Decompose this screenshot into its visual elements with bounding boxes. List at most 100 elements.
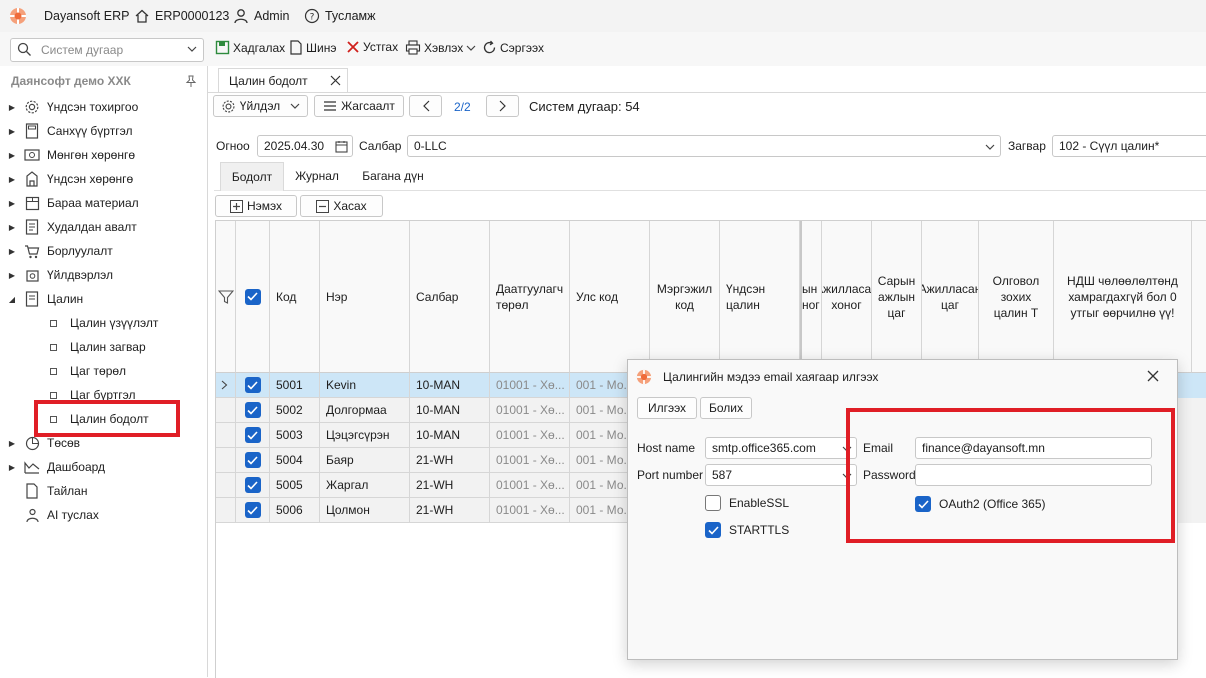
- cell-branch[interactable]: 21-WH: [410, 448, 490, 473]
- sidebar-item-sales[interactable]: ▶ Борлуулалт: [0, 239, 206, 263]
- cell-name[interactable]: Баяр: [320, 448, 410, 473]
- header-month-hours[interactable]: Сарын ажлын цаг: [872, 221, 922, 373]
- header-worked-days[interactable]: Ажилласан хоног: [822, 221, 872, 373]
- process-menu-button[interactable]: Үйлдэл: [213, 95, 308, 117]
- row-checkbox[interactable]: [244, 502, 261, 518]
- cell-insurer-type[interactable]: 01001 - Хө...: [490, 498, 570, 523]
- sidebar-item-budget[interactable]: ▶ Төсөв: [0, 431, 206, 455]
- sidebar-item-finance[interactable]: ▶ Санхүү бүртгэл: [0, 119, 206, 143]
- sidebar-item-ai-assistant[interactable]: AI туслах: [0, 503, 206, 527]
- row-checkbox-cell[interactable]: [236, 373, 270, 398]
- row-checkbox[interactable]: [244, 477, 261, 493]
- sidebar-item-purchase[interactable]: ▶ Худалдан авалт: [0, 215, 206, 239]
- header-tax-exempt[interactable]: НДШ чөлөөлөлтөнд хамрагдахгүй бол 0 утгы…: [1054, 221, 1192, 373]
- header-code[interactable]: Код: [270, 221, 320, 373]
- cell-code[interactable]: 5001: [270, 373, 320, 398]
- list-button[interactable]: Жагсаалт: [314, 95, 404, 117]
- sidebar-subitem-salary-indicator[interactable]: Цалин үзүүлэлт: [0, 311, 206, 335]
- row-checkbox[interactable]: [244, 427, 261, 443]
- cell-branch[interactable]: 10-MAN: [410, 373, 490, 398]
- row-checkbox-cell[interactable]: [236, 448, 270, 473]
- add-row-button[interactable]: Нэмэх: [215, 195, 297, 217]
- next-page-button[interactable]: [486, 95, 519, 117]
- sidebar-item-production[interactable]: ▶ Үйлдвэрлэл: [0, 263, 206, 287]
- refresh-button[interactable]: Сэргээх: [482, 40, 544, 55]
- cell-code[interactable]: 5005: [270, 473, 320, 498]
- select-all-checkbox[interactable]: [244, 288, 261, 305]
- row-checkbox-cell[interactable]: [236, 473, 270, 498]
- header-profession-code[interactable]: Мэргэжил код: [650, 221, 720, 373]
- cell-insurer-type[interactable]: 01001 - Хө...: [490, 448, 570, 473]
- header-country-code[interactable]: Улс код: [570, 221, 650, 373]
- row-checkbox[interactable]: [244, 377, 261, 393]
- save-button[interactable]: Хадгалах: [215, 40, 285, 55]
- sidebar-item-report[interactable]: Тайлан: [0, 479, 206, 503]
- cell-name[interactable]: Долгормаа: [320, 398, 410, 423]
- select-all-header[interactable]: [236, 221, 270, 373]
- delete-button[interactable]: Устгах: [346, 40, 398, 54]
- tab-journal[interactable]: Журнал: [286, 162, 348, 190]
- cell-code[interactable]: 5006: [270, 498, 320, 523]
- cell-branch[interactable]: 10-MAN: [410, 423, 490, 448]
- help-link[interactable]: ? Тусламж: [304, 7, 376, 25]
- sidebar-subitem-salary-template[interactable]: Цалин загвар: [0, 335, 206, 359]
- sidebar-subitem-time-type[interactable]: Цаг төрөл: [0, 359, 206, 383]
- pin-icon[interactable]: [185, 75, 197, 88]
- cell-branch[interactable]: 21-WH: [410, 498, 490, 523]
- tab-column-total[interactable]: Багана дүн: [352, 162, 434, 190]
- sidebar-item-cash[interactable]: ▶ Мөнгөн хөрөнгө: [0, 143, 206, 167]
- row-checkbox-cell[interactable]: [236, 398, 270, 423]
- cell-code[interactable]: 5003: [270, 423, 320, 448]
- cancel-button[interactable]: Болих: [700, 397, 752, 419]
- close-icon[interactable]: [1147, 370, 1159, 382]
- filter-column-header[interactable]: [216, 221, 236, 373]
- new-button[interactable]: Шинэ: [289, 40, 336, 55]
- starttls-option[interactable]: STARTTLS: [705, 522, 789, 538]
- remove-row-button[interactable]: Хасах: [300, 195, 383, 217]
- header-name[interactable]: Нэр: [320, 221, 410, 373]
- sidebar-item-dashboard[interactable]: ▶ Дашбоард: [0, 455, 206, 479]
- cell-branch[interactable]: 21-WH: [410, 473, 490, 498]
- cell-insurer-type[interactable]: 01001 - Хө...: [490, 473, 570, 498]
- date-field[interactable]: 2025.04.30: [257, 135, 353, 157]
- cell-insurer-type[interactable]: 01001 - Хө...: [490, 398, 570, 423]
- print-button[interactable]: Хэвлэх: [405, 40, 476, 55]
- cell-name[interactable]: Цэцэгсүрэн: [320, 423, 410, 448]
- cell-code[interactable]: 5002: [270, 398, 320, 423]
- cell-name[interactable]: Kevin: [320, 373, 410, 398]
- starttls-checkbox[interactable]: [705, 522, 721, 538]
- row-checkbox-cell[interactable]: [236, 423, 270, 448]
- header-worked-hours[interactable]: Ажилласан цаг: [922, 221, 979, 373]
- row-checkbox[interactable]: [244, 452, 261, 468]
- row-checkbox[interactable]: [244, 402, 261, 418]
- cell-insurer-type[interactable]: 01001 - Хө...: [490, 373, 570, 398]
- header-base-salary[interactable]: Үндсэн цалин: [720, 221, 800, 373]
- branch-select[interactable]: 0-LLC: [407, 135, 1001, 157]
- header-target-salary[interactable]: Олговол зохих цалин Т: [979, 221, 1054, 373]
- prev-page-button[interactable]: [409, 95, 442, 117]
- send-button[interactable]: Илгээх: [637, 397, 697, 419]
- cell-name[interactable]: Цолмон: [320, 498, 410, 523]
- port-select[interactable]: 587: [705, 464, 857, 486]
- cell-insurer-type[interactable]: 01001 - Хө...: [490, 423, 570, 448]
- cell-name[interactable]: Жаргал: [320, 473, 410, 498]
- cell-branch[interactable]: 10-MAN: [410, 398, 490, 423]
- doc-id-link[interactable]: ERP0000123: [134, 7, 229, 25]
- cell-code[interactable]: 5004: [270, 448, 320, 473]
- header-insurer-type[interactable]: Даатгуулагч төрөл: [490, 221, 570, 373]
- sidebar-item-inventory[interactable]: ▶ Бараа материал: [0, 191, 206, 215]
- header-branch[interactable]: Салбар: [410, 221, 490, 373]
- tab-salary-calculation[interactable]: Цалин бодолт: [218, 68, 348, 93]
- tab-calculation[interactable]: Бодолт: [220, 162, 284, 191]
- sidebar-item-salary[interactable]: ◢ Цалин: [0, 287, 206, 311]
- enable-ssl-checkbox[interactable]: [705, 495, 721, 511]
- row-checkbox-cell[interactable]: [236, 498, 270, 523]
- host-select[interactable]: smtp.office365.com: [705, 437, 857, 459]
- sidebar-item-settings[interactable]: ▶ Үндсэн тохиргоо: [0, 95, 206, 119]
- user-menu[interactable]: Admin: [233, 7, 289, 25]
- system-number-search[interactable]: Систем дугаар: [10, 38, 204, 62]
- sidebar-item-assets[interactable]: ▶ Үндсэн хөрөнгө: [0, 167, 206, 191]
- header-partial-column[interactable]: ын ног: [800, 221, 822, 373]
- close-icon[interactable]: [330, 75, 341, 86]
- enable-ssl-option[interactable]: EnableSSL: [705, 495, 789, 511]
